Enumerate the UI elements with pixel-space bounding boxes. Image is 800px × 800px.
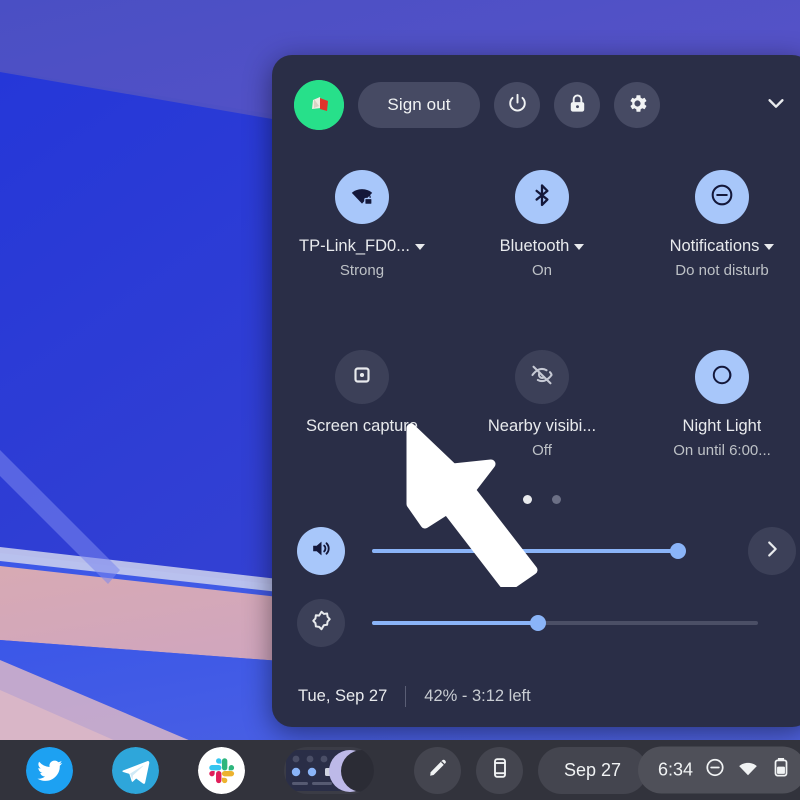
volume-toggle-button[interactable] xyxy=(297,527,345,575)
page-dot-1[interactable] xyxy=(523,495,532,504)
phone-hub-button[interactable] xyxy=(476,746,523,794)
screen-capture-icon xyxy=(349,362,375,393)
notifications-tile-sublabel: Do not disturb xyxy=(675,262,769,280)
brightness-slider[interactable] xyxy=(372,615,758,631)
volume-slider-fill xyxy=(372,549,678,553)
caret-down-icon[interactable] xyxy=(574,243,585,250)
page-dot-2[interactable] xyxy=(552,495,561,504)
wifi-tile-sublabel: Strong xyxy=(339,262,385,280)
night-light-tile-sublabel: On until 6:00... xyxy=(673,442,771,460)
notifications-tile-circle[interactable] xyxy=(695,170,749,224)
tile-night-light[interactable]: Night Light On until 6:00... xyxy=(632,350,800,459)
battery-icon[interactable] xyxy=(770,757,792,784)
shelf-date-pill[interactable]: Sep 27 xyxy=(538,746,648,794)
night-light-tile-circle[interactable] xyxy=(695,350,749,404)
wifi-tile-circle[interactable] xyxy=(335,170,389,224)
feature-tiles-row-2: Screen capture Nearby visibi... Off Nigh… xyxy=(272,350,800,459)
tile-notifications[interactable]: Notifications Do not disturb xyxy=(632,170,800,279)
chevron-right-icon xyxy=(761,538,783,565)
bluetooth-tile-sublabel: On xyxy=(531,262,552,280)
twitter-app-icon[interactable] xyxy=(26,746,73,794)
nearby-visibility-off-icon xyxy=(529,362,555,393)
footer-divider xyxy=(405,685,407,707)
status-tray[interactable]: 6:34 xyxy=(637,746,800,794)
notifications-tile-label-row: Notifications xyxy=(670,236,775,257)
collapse-panel-button[interactable] xyxy=(756,85,796,125)
settings-button[interactable] xyxy=(614,82,660,128)
lock-icon xyxy=(566,92,589,118)
wifi-locked-icon xyxy=(349,182,375,213)
wifi-icon[interactable] xyxy=(737,757,759,784)
volume-slider-row xyxy=(272,523,800,579)
notifications-tile-label: Notifications xyxy=(669,237,760,255)
bluetooth-tile-circle[interactable] xyxy=(515,170,569,224)
bluetooth-tile-label-row: Bluetooth xyxy=(500,236,585,257)
wifi-tile-label: TP-Link_FD0... xyxy=(299,237,410,255)
caret-down-icon[interactable] xyxy=(414,243,425,250)
night-light-moon-icon xyxy=(709,362,735,393)
brightness-slider-fill xyxy=(372,621,538,625)
feature-tiles-row-1: TP-Link_FD0... Strong Bluetooth On Notif… xyxy=(272,170,800,279)
chevron-down-icon xyxy=(765,92,787,119)
tile-page-indicator xyxy=(272,495,800,504)
nearby-visibility-tile-circle[interactable] xyxy=(515,350,569,404)
tile-bluetooth[interactable]: Bluetooth On xyxy=(452,170,632,279)
screen-capture-tile-label-row: Screen capture xyxy=(306,416,418,437)
brightness-slider-row xyxy=(272,595,800,651)
status-clock[interactable]: 6:34 xyxy=(658,760,693,781)
do-not-disturb-icon xyxy=(709,182,735,213)
volume-slider[interactable] xyxy=(372,543,686,559)
brightness-slider-thumb[interactable] xyxy=(529,615,546,631)
wifi-tile-label-row: TP-Link_FD0... xyxy=(299,236,425,257)
tile-screen-capture[interactable]: Screen capture xyxy=(272,350,452,459)
phone-hub-icon xyxy=(488,756,512,785)
screen-capture-tile-label: Screen capture xyxy=(306,417,418,435)
gear-icon xyxy=(626,92,649,118)
tile-wifi[interactable]: TP-Link_FD0... Strong xyxy=(272,170,452,279)
stylus-pen-icon xyxy=(426,756,450,785)
quick-settings-panel: Sign out TP-Link_FD0... Strong Bluetooth… xyxy=(272,55,800,727)
bluetooth-tile-label: Bluetooth xyxy=(499,237,570,255)
slack-app-icon[interactable] xyxy=(198,746,245,794)
lock-button[interactable] xyxy=(554,82,600,128)
quick-settings-window-thumbnail[interactable] xyxy=(284,746,374,794)
audio-settings-next-button[interactable] xyxy=(748,527,796,575)
caret-down-icon[interactable] xyxy=(764,243,775,250)
quick-settings-footer: Tue, Sep 27 42% - 3:12 left xyxy=(272,665,800,727)
footer-date[interactable]: Tue, Sep 27 xyxy=(298,687,387,706)
avatar[interactable] xyxy=(294,80,344,130)
night-light-tile-label: Night Light xyxy=(682,417,762,435)
telegram-app-icon[interactable] xyxy=(112,746,159,794)
volume-up-icon xyxy=(309,536,334,566)
screen-capture-tile-circle[interactable] xyxy=(335,350,389,404)
nearby-visibility-tile-sublabel: Off xyxy=(532,442,552,460)
do-not-disturb-icon[interactable] xyxy=(704,757,726,784)
power-button[interactable] xyxy=(494,82,540,128)
nearby-visibility-tile-label-row: Nearby visibi... xyxy=(488,416,596,437)
bluetooth-icon xyxy=(529,182,555,213)
sign-out-button[interactable]: Sign out xyxy=(358,82,480,128)
brightness-icon-button[interactable] xyxy=(297,599,345,647)
volume-slider-thumb[interactable] xyxy=(670,543,686,559)
tile-nearby-visibility[interactable]: Nearby visibi... Off xyxy=(452,350,632,459)
footer-battery-status[interactable]: 42% - 3:12 left xyxy=(424,687,530,706)
shelf: Sep 27 6:34 xyxy=(0,740,800,800)
power-icon xyxy=(506,92,529,118)
stylus-tools-button[interactable] xyxy=(414,746,461,794)
nearby-visibility-tile-label: Nearby visibi... xyxy=(487,417,597,435)
quick-settings-header: Sign out xyxy=(272,55,800,155)
brightness-icon xyxy=(309,608,334,638)
night-light-tile-label-row: Night Light xyxy=(683,416,762,437)
